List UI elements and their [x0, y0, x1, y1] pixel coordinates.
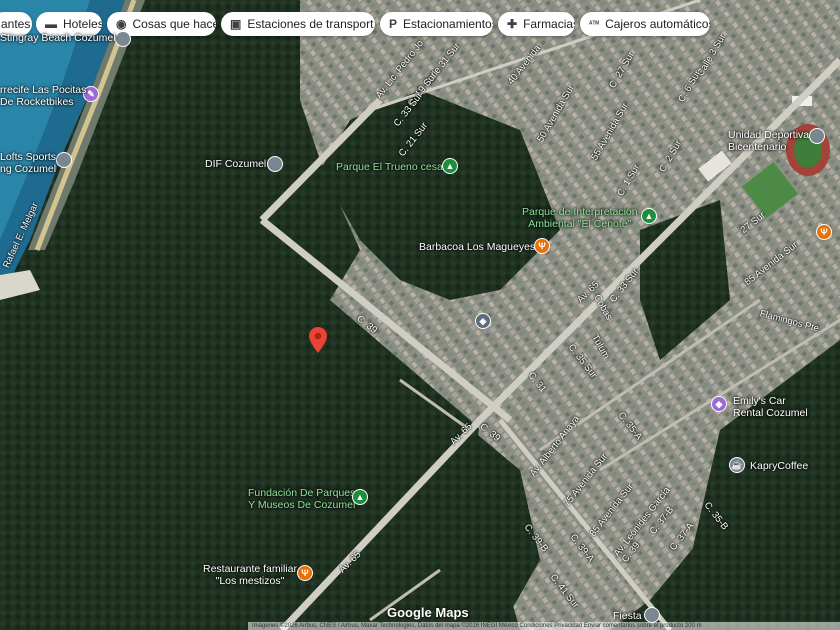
location-marker-icon[interactable]	[309, 327, 327, 353]
parking-icon: P	[389, 17, 398, 31]
place-pin[interactable]	[267, 156, 283, 172]
park-icon[interactable]: ▲	[352, 489, 368, 505]
cafe-icon[interactable]: ☕	[729, 457, 745, 473]
chip-label: Estacionamientos	[403, 17, 493, 31]
bus-icon: ▣	[230, 17, 242, 31]
place-label-emily[interactable]: Emily's Car Rental Cozumel	[733, 395, 808, 419]
place-pin[interactable]	[56, 152, 72, 168]
place-label-arrecife[interactable]: rrecife Las Pocitas De Rocketbikes	[0, 84, 86, 108]
chip-label: Farmacias	[523, 17, 575, 31]
place-label-kapry[interactable]: KapryCoffee	[750, 460, 808, 472]
place-pin[interactable]	[809, 128, 825, 144]
pharmacy-icon: ✚	[507, 17, 518, 31]
camera-icon: ◉	[116, 17, 127, 31]
place-label-restaurante[interactable]: Restaurante familiar "Los mestizos"	[203, 563, 297, 587]
restaurant-icon[interactable]: Ψ	[534, 238, 550, 254]
park-icon[interactable]: ▲	[442, 158, 458, 174]
place-label-dif[interactable]: DIF Cozumel	[205, 158, 266, 170]
map-attribution[interactable]: Imágenes ©2026 Airbus, CNES / Airbus, Ma…	[248, 622, 840, 630]
atm-icon: ᴬᵀᴹ	[589, 20, 600, 28]
chip-transit-stations[interactable]: ▣ Estaciones de transport…	[221, 12, 375, 36]
park-icon[interactable]: ▲	[641, 208, 657, 224]
chip-label: Estaciones de transport…	[247, 17, 375, 31]
restaurant-icon[interactable]: Ψ	[297, 565, 313, 581]
chip-atms[interactable]: ᴬᵀᴹ Cajeros automáticos	[580, 12, 710, 36]
place-label-lofts[interactable]: Lofts Sports ng Cozumel	[0, 151, 56, 175]
place-label-fundacion[interactable]: Fundación De Parques Y Museos De Cozumel	[248, 487, 355, 511]
chip-label: Cajeros automáticos	[605, 17, 710, 31]
car-rental-icon[interactable]: ◆	[711, 396, 727, 412]
place-label-barbacoa[interactable]: Barbacoa Los Magueyes	[419, 241, 535, 253]
place-label-fiesta[interactable]: Fiesta	[613, 610, 642, 622]
place-pin[interactable]	[644, 607, 660, 623]
google-maps-logo: Google Maps	[387, 605, 469, 620]
place-label-trueno[interactable]: Parque El Trueno cesar	[336, 161, 446, 173]
chip-label: Hoteles	[63, 17, 102, 31]
place-label-stingray[interactable]: Stingray Beach Cozumel	[0, 32, 116, 44]
chip-parking[interactable]: P Estacionamientos	[380, 12, 493, 36]
place-label-unidad[interactable]: Unidad Deportiva Bicentenario	[728, 129, 809, 153]
chip-label: antes	[1, 17, 31, 31]
chip-label: Cosas que hacer	[132, 17, 216, 31]
restaurant-icon[interactable]: Ψ	[816, 224, 832, 240]
layers-icon[interactable]: ◈	[475, 313, 491, 329]
bed-icon: ▬	[45, 17, 57, 31]
chip-pharmacies[interactable]: ✚ Farmacias	[498, 12, 575, 36]
place-label-interpretacion[interactable]: Parque de Interpretación Ambiental "El C…	[522, 206, 638, 230]
place-pin[interactable]	[115, 31, 131, 47]
